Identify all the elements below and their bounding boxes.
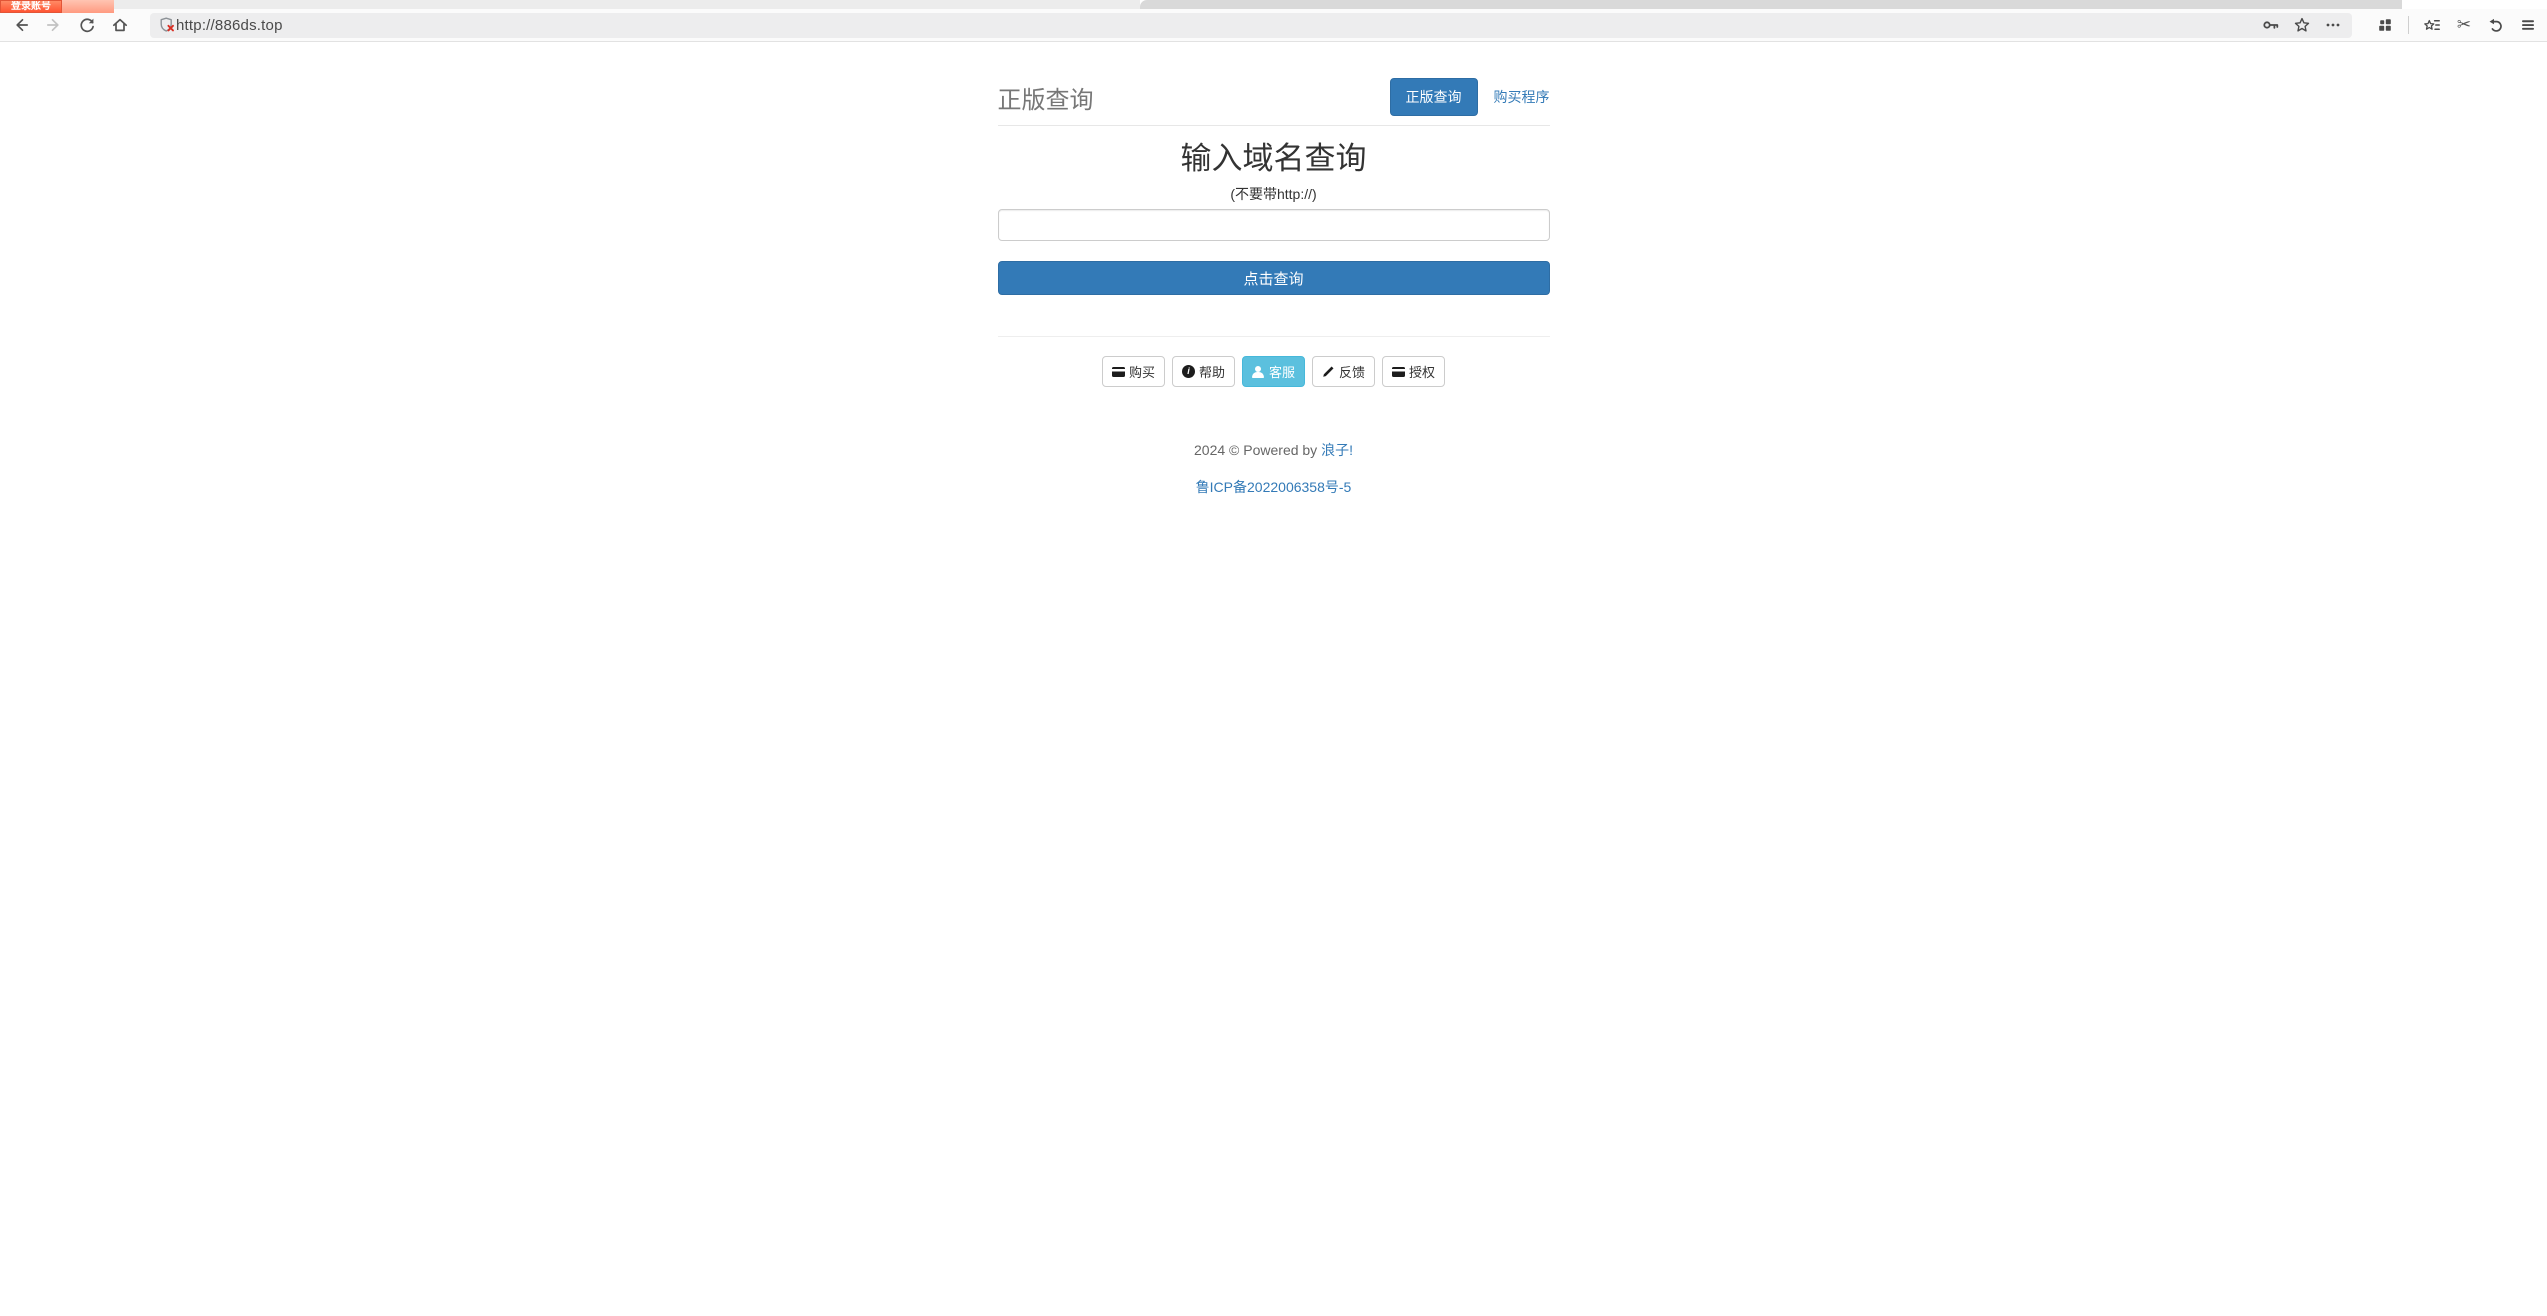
tab-strip-background (1140, 0, 2402, 9)
home-icon[interactable] (111, 16, 129, 34)
help-button[interactable]: i 帮助 (1172, 356, 1235, 387)
password-key-icon[interactable] (2262, 16, 2280, 34)
more-options-icon[interactable] (2324, 16, 2342, 34)
customer-service-button[interactable]: 客服 (1242, 356, 1305, 387)
action-button-row: 购买 i 帮助 客服 反馈 (998, 356, 1550, 387)
page-header: 正版查询 正版查询 购买程序 (998, 42, 1550, 126)
url-bar[interactable]: http://886ds.top (150, 13, 2352, 38)
url-text[interactable]: http://886ds.top (176, 17, 2262, 34)
browser-window: 登录账号 http://886ds.top (0, 0, 2547, 1316)
divider (998, 336, 1550, 337)
screenshot-scissors-icon[interactable]: ✂ (2455, 16, 2473, 34)
authorize-button-label: 授权 (1409, 362, 1435, 381)
reload-icon[interactable] (78, 16, 96, 34)
login-account-badge[interactable]: 登录账号 (0, 0, 62, 13)
feedback-button[interactable]: 反馈 (1312, 356, 1375, 387)
customer-service-button-label: 客服 (1269, 362, 1295, 381)
toolbar-right-icons: ✂ (2364, 16, 2537, 34)
page-content: 正版查询 正版查询 购买程序 输入域名查询 (不要带http://) 点击查询 … (0, 42, 2547, 497)
buy-button-label: 购买 (1129, 362, 1155, 381)
menu-icon[interactable] (2519, 16, 2537, 34)
help-button-label: 帮助 (1199, 362, 1225, 381)
nav-buy-program-link[interactable]: 购买程序 (1494, 87, 1550, 107)
login-account-badge-tail (62, 0, 114, 13)
top-nav: 正版查询 购买程序 (1390, 78, 1550, 116)
favorites-list-icon[interactable] (2423, 16, 2441, 34)
nav-buttons (12, 16, 129, 34)
user-icon (1252, 366, 1265, 378)
site-security-shield-icon[interactable] (158, 16, 176, 34)
icp-record-link[interactable]: 鲁ICP备2022006358号-5 (1196, 479, 1352, 495)
buy-button[interactable]: 购买 (1102, 356, 1165, 387)
page-title: 正版查询 (998, 80, 1094, 115)
bookmark-star-icon[interactable] (2293, 16, 2311, 34)
active-tab[interactable] (0, 0, 1140, 9)
undo-restore-icon[interactable] (2487, 16, 2505, 34)
credit-card-icon (1392, 367, 1405, 377)
credit-card-icon (1112, 367, 1125, 377)
info-circle-icon: i (1182, 365, 1195, 378)
feedback-button-label: 反馈 (1339, 362, 1365, 381)
icp-line: 鲁ICP备2022006358号-5 (998, 477, 1550, 497)
authorize-button[interactable]: 授权 (1382, 356, 1445, 387)
forward-icon[interactable] (45, 16, 63, 34)
query-heading: 输入域名查询 (998, 143, 1550, 174)
domain-input[interactable] (998, 209, 1550, 241)
query-hint: (不要带http://) (998, 184, 1550, 204)
author-link[interactable]: 浪子! (1321, 442, 1353, 458)
nav-genuine-query-button[interactable]: 正版查询 (1390, 78, 1478, 116)
footer-copyright: 2024 © Powered by 浪子! (998, 440, 1550, 460)
apps-grid-icon[interactable] (2376, 16, 2394, 34)
pencil-icon (1322, 365, 1335, 378)
back-icon[interactable] (12, 16, 30, 34)
toolbar-divider (2408, 16, 2409, 34)
browser-toolbar: http://886ds.top ✂ (0, 9, 2547, 42)
query-section: 输入域名查询 (不要带http://) 点击查询 购买 i 帮助 (998, 143, 1550, 497)
copyright-text: 2024 © Powered by (1194, 442, 1317, 458)
urlbar-right-icons (2262, 16, 2342, 34)
tab-strip: 登录账号 (0, 0, 2547, 9)
query-submit-button[interactable]: 点击查询 (998, 261, 1550, 295)
